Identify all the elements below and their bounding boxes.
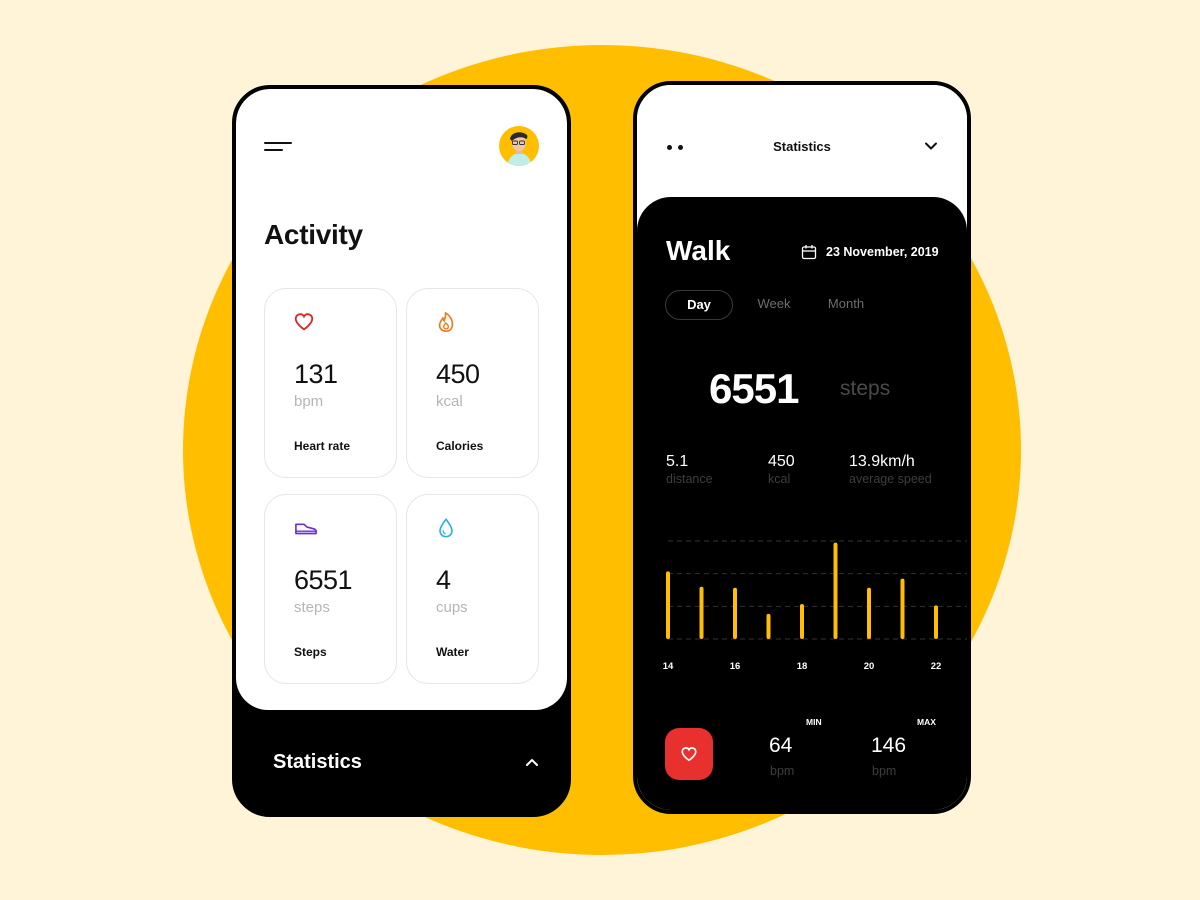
walk-stats-panel: Walk 23 November, 2019 Day Week Month 65… — [637, 197, 967, 810]
flame-icon — [438, 312, 454, 332]
chart-tick-label: 16 — [730, 661, 741, 672]
water-value: 4 — [436, 565, 451, 595]
speed-label: average speed — [849, 472, 932, 486]
tab-week[interactable]: Week — [753, 290, 795, 320]
chart-bar-17[interactable] — [766, 613, 771, 639]
activity-panel: Activity 131 bpm Heart rate 450 kcal Cal… — [236, 89, 567, 710]
chart-bar-16[interactable] — [733, 587, 737, 639]
speed-value: 13.9km/h — [849, 453, 915, 470]
steps-total-value: 6551 — [709, 365, 799, 412]
heart-rate-button[interactable] — [665, 728, 713, 780]
heart-icon — [294, 313, 314, 331]
chart-tick-label: 22 — [931, 661, 942, 672]
water-drop-icon — [439, 517, 453, 538]
min-caption: MIN — [806, 717, 822, 727]
chart-bar-21[interactable] — [900, 578, 905, 639]
heart-icon — [681, 747, 697, 762]
chevron-down-icon[interactable] — [924, 141, 938, 151]
heart-rate-value: 131 — [294, 359, 338, 389]
min-value: 64 — [769, 734, 793, 757]
max-value: 146 — [871, 734, 907, 757]
calories-unit: kcal — [436, 393, 463, 410]
chart-bar-15[interactable] — [699, 586, 704, 639]
tab-day[interactable]: Day — [665, 290, 733, 320]
steps-value: 6551 — [294, 565, 353, 595]
heart-rate-card[interactable]: 131 bpm Heart rate — [264, 288, 397, 478]
water-card[interactable]: 4 cups Water — [406, 494, 539, 684]
speed-metric: 13.9km/h average speed — [849, 453, 932, 486]
distance-metric: 5.1 distance — [666, 453, 713, 486]
steps-unit: steps — [294, 599, 330, 616]
chart-bar-18[interactable] — [800, 604, 804, 639]
min-unit: bpm — [770, 764, 795, 778]
chart-bar-14[interactable] — [666, 571, 670, 639]
calendar-icon[interactable] — [801, 244, 817, 260]
calories-label: Calories — [436, 439, 484, 453]
shoe-icon — [295, 523, 317, 535]
chart-tick-label: 18 — [797, 661, 808, 672]
statistics-phone-screen: Statistics Walk 23 November, 2019 Day We… — [633, 81, 971, 814]
chart-tick-label: 20 — [864, 661, 875, 672]
chart-tick-label: 14 — [663, 661, 674, 672]
page-title: Activity — [264, 219, 363, 250]
tab-month[interactable]: Month — [823, 290, 869, 320]
steps-label: Steps — [294, 645, 327, 659]
water-label: Water — [436, 645, 469, 659]
statistics-header-title: Statistics — [773, 139, 831, 154]
calories-value: 450 — [436, 359, 480, 389]
user-avatar[interactable] — [499, 126, 539, 166]
kcal-label: kcal — [768, 472, 791, 486]
heart-rate-label: Heart rate — [294, 439, 351, 453]
distance-value: 5.1 — [666, 453, 689, 470]
chevron-up-icon[interactable] — [524, 756, 540, 768]
water-unit: cups — [436, 599, 468, 616]
distance-label: distance — [666, 472, 713, 486]
heart-rate-unit: bpm — [294, 393, 324, 410]
steps-card[interactable]: 6551 steps Steps — [264, 494, 397, 684]
chart-bar-19[interactable] — [833, 542, 838, 639]
chart-bar-22[interactable] — [934, 605, 938, 639]
walk-title: Walk — [666, 235, 731, 266]
steps-bar-chart: 14 16 18 20 22 — [663, 540, 967, 672]
hamburger-menu-icon[interactable] — [264, 140, 294, 154]
calories-card[interactable]: 450 kcal Calories — [406, 288, 539, 478]
statistics-sheet-label[interactable]: Statistics — [273, 751, 362, 774]
steps-total-unit: steps — [840, 377, 891, 400]
max-caption: MAX — [917, 717, 936, 727]
date-label[interactable]: 23 November, 2019 — [826, 245, 939, 259]
kcal-value: 450 — [768, 453, 795, 470]
statistics-header: Statistics — [637, 85, 967, 215]
kcal-metric: 450 kcal — [768, 453, 795, 486]
chart-bar-20[interactable] — [867, 587, 871, 639]
max-unit: bpm — [872, 764, 897, 778]
activity-phone-screen: Activity 131 bpm Heart rate 450 kcal Cal… — [232, 85, 571, 817]
